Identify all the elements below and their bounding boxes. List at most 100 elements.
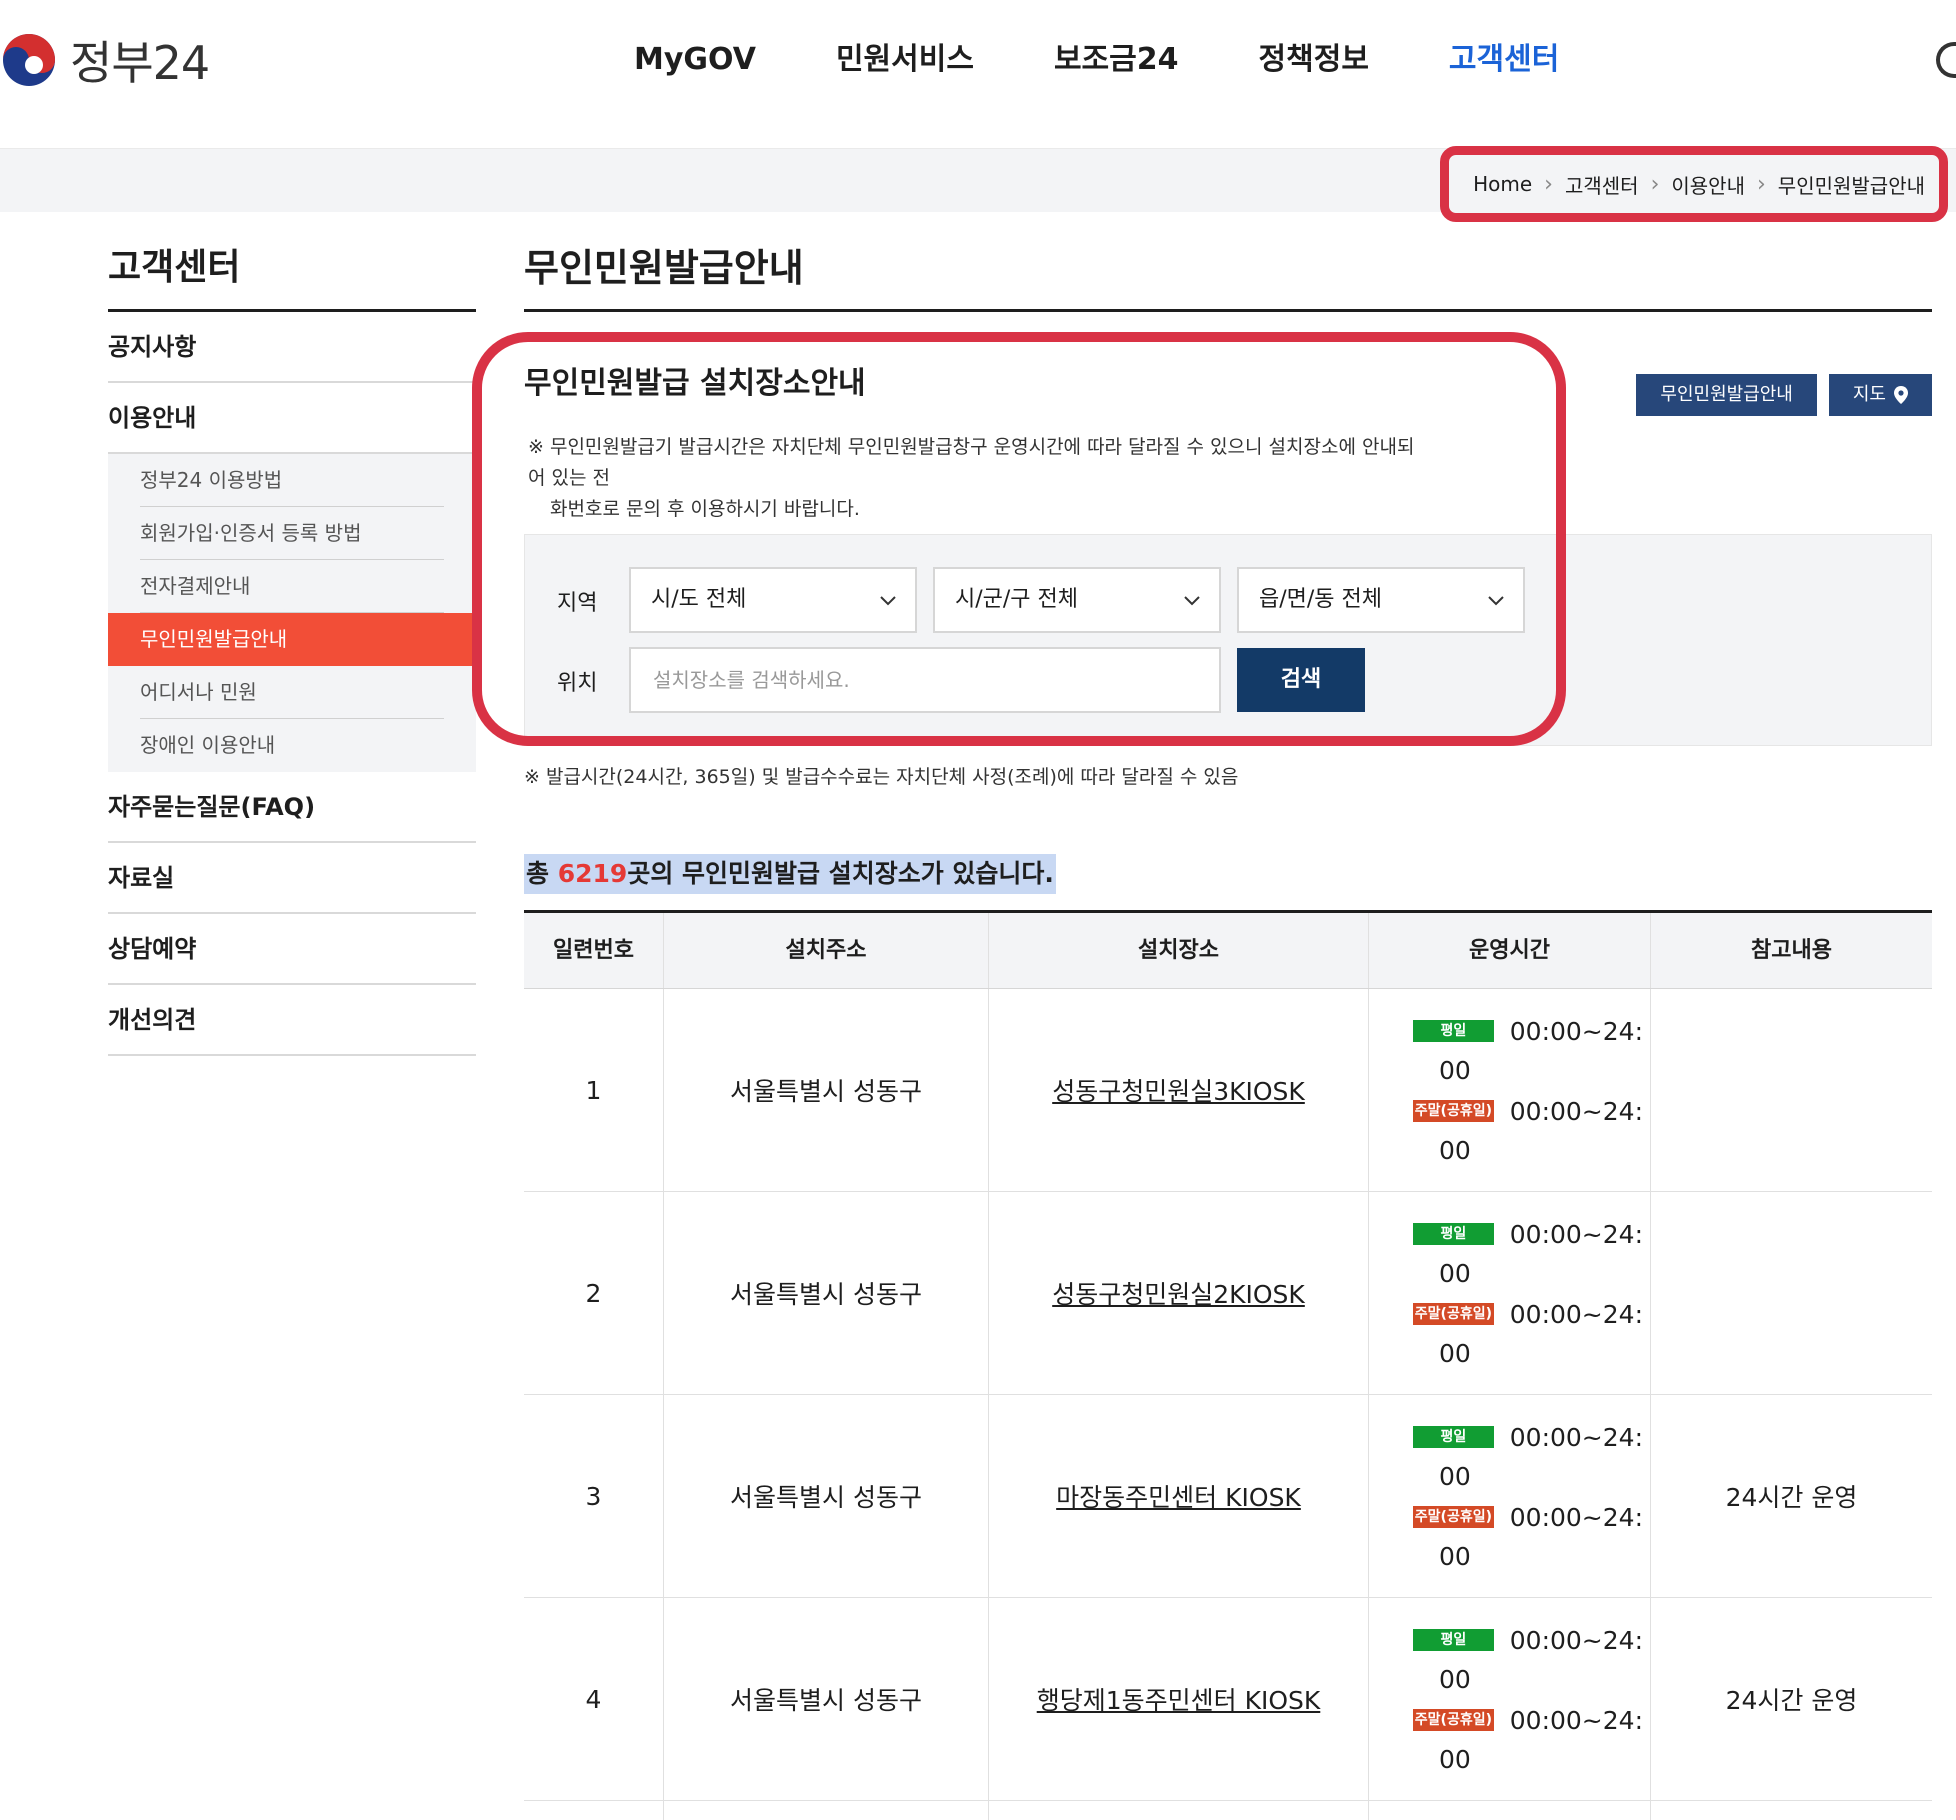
location-search-input[interactable]: 설치장소를 검색하세요. (629, 647, 1221, 713)
sido-select-value: 시/도 전체 (651, 587, 747, 612)
search-button[interactable]: 검색 (1237, 648, 1365, 712)
weekend-hours-tail: 00 (1439, 1136, 1471, 1165)
map-button-label: 지도 (1852, 384, 1886, 405)
cell-address: 서울특별시 성동구 (664, 1395, 989, 1597)
chevron-down-icon (880, 596, 896, 606)
site-header: 정부24 MyGOV 민원서비스 보조금24 정책정보 고객센터 (0, 0, 1956, 148)
eupmyeondong-select-value: 읍/면/동 전체 (1259, 587, 1383, 612)
col-header-place: 설치장소 (989, 913, 1369, 988)
sidebar-sub-kiosk-guide[interactable]: 무인민원발급안내 (108, 613, 476, 666)
weekend-badge: 주말(공휴일) (1413, 1709, 1494, 1731)
top-buttons: 무인민원발급안내 지도 (1624, 374, 1932, 416)
weekend-hours: 00:00~24: (1509, 1299, 1643, 1329)
logo-text: 정부24 (70, 36, 210, 90)
breadcrumb-usage-guide[interactable]: 이용안내 (1671, 170, 1745, 199)
weekend-badge: 주말(공휴일) (1413, 1100, 1494, 1122)
place-link[interactable]: 마장동주민센터 KIOSK (1056, 1478, 1301, 1514)
col-header-hours: 운영시간 (1369, 913, 1651, 988)
cell-note: 24시간 운영 (1725, 1686, 1858, 1715)
place-link[interactable]: 성동구청민원실3KIOSK (1052, 1072, 1305, 1108)
sido-select[interactable]: 시/도 전체 (629, 567, 917, 633)
kiosk-table: 일련번호 설치주소 설치장소 운영시간 참고내용 1 서울특별시 성동구 성동구… (524, 910, 1932, 1820)
notice-line: 화번호로 문의 후 이용하시기 바랍니다. (550, 498, 860, 520)
cell-no: 1 (524, 989, 664, 1191)
weekday-hours: 00:00~24: (1509, 1625, 1643, 1655)
cell-hours: 평일 00:00~24: 00 주말(공휴일) 00:00~24: 00 (1369, 1395, 1651, 1597)
sidebar-item-usage-guide[interactable]: 이용안내 (108, 383, 476, 454)
region-label: 지역 (557, 591, 598, 616)
total-count: 6219 (557, 859, 628, 888)
sidebar-sub-payment[interactable]: 전자결제안내 (108, 560, 476, 613)
chevron-right-icon: › (1650, 171, 1660, 197)
cell-note (1651, 989, 1932, 1191)
kiosk-guide-button[interactable]: 무인민원발급안내 (1636, 374, 1817, 416)
table-row: 1 서울특별시 성동구 성동구청민원실3KIOSK 평일 00:00~24: 00… (524, 989, 1932, 1192)
main-content: 무인민원발급안내 (524, 240, 1932, 312)
weekday-hours-tail: 00 (1439, 1056, 1471, 1085)
breadcrumb-home[interactable]: Home (1473, 172, 1532, 196)
cell-hours: 평일 00:00~24: 00 주말(공휴일) 00:00~24: 00 (1369, 989, 1651, 1191)
total-prefix: 총 (526, 859, 558, 888)
weekend-hours: 00:00~24: (1509, 1502, 1643, 1532)
cell-hours: 평일 00:00~24: 00 주말(공휴일) 00:00~24: 00 (1369, 1192, 1651, 1394)
global-nav: MyGOV 민원서비스 보조금24 정책정보 고객센터 (634, 36, 1639, 84)
cell-hours: 평일 00:00~24: 00 주말(공휴일) 00:00~24: 00 (1369, 1598, 1651, 1800)
sigungu-select[interactable]: 시/군/구 전체 (933, 567, 1221, 633)
sidebar-submenu: 정부24 이용방법 회원가입·인증서 등록 방법 전자결제안내 무인민원발급안내… (108, 454, 476, 772)
nav-subsidy24[interactable]: 보조금24 (1054, 36, 1179, 84)
cell-place: 성동구청민원실2KIOSK (989, 1192, 1369, 1394)
logo[interactable]: 정부24 (0, 28, 210, 92)
chevron-right-icon: › (1544, 171, 1553, 197)
place-link[interactable]: 성동구청민원실2KIOSK (1052, 1275, 1305, 1311)
table-row: 3 서울특별시 성동구 마장동주민센터 KIOSK 평일 00:00~24: 00… (524, 1395, 1932, 1598)
sigungu-select-value: 시/군/구 전체 (955, 587, 1079, 612)
search-panel: 지역 시/도 전체 시/군/구 전체 읍/면/동 전체 위치 설치장소를 검색하… (524, 534, 1932, 746)
sidebar: 고객센터 공지사항 이용안내 정부24 이용방법 회원가입·인증서 등록 방법 … (108, 240, 476, 1056)
col-header-no: 일련번호 (524, 913, 664, 988)
nav-civil-service[interactable]: 민원서비스 (836, 36, 974, 84)
map-button[interactable]: 지도 (1828, 374, 1932, 416)
place-link[interactable]: 행당제1동주민센터 KIOSK (1037, 1681, 1321, 1717)
sidebar-item-feedback[interactable]: 개선의견 (108, 985, 476, 1056)
sidebar-item-notice[interactable]: 공지사항 (108, 312, 476, 383)
nav-customer-center[interactable]: 고객센터 (1449, 36, 1559, 84)
weekday-badge: 평일 (1413, 1020, 1494, 1042)
cell-address: 서울특별시 성동구 (664, 1598, 989, 1800)
cell-empty (989, 1801, 1369, 1820)
cell-place: 행당제1동주민센터 KIOSK (989, 1598, 1369, 1800)
weekend-hours-tail: 00 (1439, 1542, 1471, 1571)
chevron-down-icon (1488, 596, 1504, 606)
page-title: 무인민원발급안내 (524, 240, 1932, 312)
sidebar-item-archive[interactable]: 자료실 (108, 843, 476, 914)
weekend-hours-tail: 00 (1439, 1339, 1471, 1368)
sidebar-sub-accessibility[interactable]: 장애인 이용안내 (108, 719, 476, 772)
weekday-hours-tail: 00 (1439, 1462, 1471, 1491)
sidebar-sub-anywhere[interactable]: 어디서나 민원 (108, 666, 476, 719)
sidebar-sub-how-to-use[interactable]: 정부24 이용방법 (108, 454, 476, 507)
chevron-right-icon: › (1756, 171, 1766, 197)
col-header-address: 설치주소 (664, 913, 989, 988)
total-suffix: 곳의 무인민원발급 설치장소가 있습니다. (627, 859, 1054, 888)
sidebar-title: 고객센터 (108, 240, 476, 312)
weekend-badge: 주말(공휴일) (1413, 1303, 1494, 1325)
weekday-badge: 평일 (1413, 1426, 1494, 1448)
cell-address: 서울특별시 성동구 (664, 989, 989, 1191)
taegeuk-logo-icon (3, 34, 55, 86)
sidebar-sub-signup-cert[interactable]: 회원가입·인증서 등록 방법 (108, 507, 476, 560)
breadcrumb-current[interactable]: 무인민원발급안내 (1778, 170, 1925, 199)
nav-mygov[interactable]: MyGOV (634, 36, 756, 84)
sidebar-item-consult[interactable]: 상담예약 (108, 914, 476, 985)
breadcrumb-customer-center[interactable]: 고객센터 (1565, 170, 1639, 199)
weekday-hours: 00:00~24: (1509, 1016, 1643, 1046)
location-label: 위치 (557, 671, 598, 696)
sidebar-item-faq[interactable]: 자주묻는질문(FAQ) (108, 772, 476, 843)
weekend-badge: 주말(공휴일) (1413, 1506, 1494, 1528)
header-edge-icon[interactable] (1936, 42, 1956, 78)
table-row: 4 서울특별시 성동구 행당제1동주민센터 KIOSK 평일 00:00~24: … (524, 1598, 1932, 1801)
cell-no: 4 (524, 1598, 664, 1800)
weekday-badge: 평일 (1413, 1629, 1494, 1651)
eupmyeondong-select[interactable]: 읍/면/동 전체 (1237, 567, 1525, 633)
weekday-badge: 평일 (1413, 1223, 1494, 1245)
nav-policy-info[interactable]: 정책정보 (1259, 36, 1369, 84)
cell-no: 2 (524, 1192, 664, 1394)
